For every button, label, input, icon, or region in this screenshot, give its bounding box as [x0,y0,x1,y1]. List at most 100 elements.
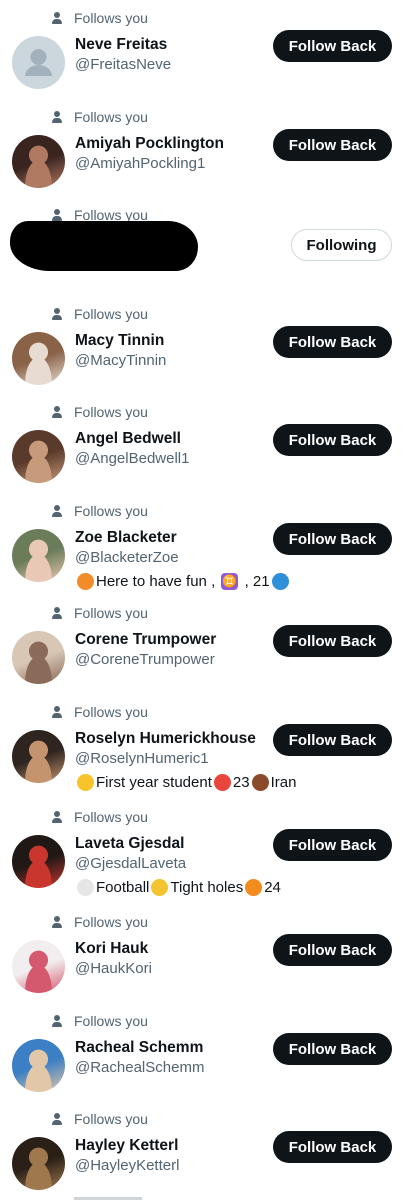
avatar[interactable] [12,730,65,783]
carrot-emoji [77,573,94,590]
user-handle: @HayleyKetterl [75,1157,180,1174]
follow-back-button[interactable]: Follow Back [273,625,392,657]
person-icon [52,12,62,24]
avatar[interactable] [12,135,65,188]
follow-back-button[interactable]: Follow Back [273,1033,392,1065]
follows-you-label: Follows you [74,109,148,125]
user-row[interactable]: Follows you Laveta Gjesdal @GjesdalLaveta F… [0,799,404,904]
user-row[interactable]: Follows you Roselyn Humerickhouse @Roselyn… [0,694,404,799]
user-handle: @CoreneTrumpower [75,651,215,668]
next-row-partial [52,1192,142,1200]
follow-back-button[interactable]: Follow Back [273,523,392,555]
tangerine-emoji [245,879,263,896]
user-name[interactable]: Zoe Blacketer [75,529,177,547]
avatar[interactable] [12,332,65,385]
white-heart-emoji [77,879,94,896]
user-name[interactable]: Hayley Ketterl [75,1137,178,1155]
follows-you-label: Follows you [74,1111,148,1127]
follows-you-indicator: Follows you [52,404,148,420]
gift-emoji [213,774,231,791]
person-icon [52,916,62,928]
user-row[interactable]: Follows you Amiyah Pocklington @AmiyahPock… [0,99,404,197]
follows-you-indicator: Follows you [52,914,148,930]
user-handle: @RoselynHumeric1 [75,750,209,767]
brown-heart-emoji [251,774,269,791]
user-name[interactable]: Macy Tinnin [75,332,164,350]
user-name[interactable]: Amiyah Pocklington [75,135,224,153]
follow-back-button[interactable]: Follow Back [273,30,392,62]
follows-you-label: Follows you [74,1013,148,1029]
user-row[interactable]: Follows you Hayley Ketterl @HayleyKetterl F… [0,1101,404,1200]
follows-you-indicator: Follows you [52,10,148,26]
avatar[interactable] [12,940,65,993]
user-name[interactable]: Kori Hauk [75,940,148,958]
user-row[interactable]: Follows you Macy Tinnin @MacyTinnin Follow … [0,296,404,394]
user-row[interactable]: Follows you Racheal Schemm @RachealSchemm F… [0,1003,404,1101]
user-name[interactable]: Racheal Schemm [75,1039,203,1057]
user-name[interactable]: Corene Trumpower [75,631,216,649]
avatar[interactable] [12,1137,65,1190]
user-row[interactable]: Follows you Corene Trumpower @CoreneTrumpo… [0,595,404,694]
globe-emoji [271,573,289,590]
person-icon [52,209,62,221]
person-icon [52,607,62,619]
pointing-down-emoji [151,879,169,896]
gemini-emoji: ♊ [221,573,239,590]
follow-back-button[interactable]: Follow Back [273,129,392,161]
user-row[interactable]: Follows you Angel Bedwell @AngelBedwell1 Fo… [0,394,404,493]
follows-you-label: Follows you [74,404,148,420]
avatar[interactable] [12,430,65,483]
user-row[interactable]: Follows you Neve Freitas @FreitasNeve Follo… [0,0,404,99]
avatar[interactable] [12,529,65,582]
follows-you-indicator: Follows you [52,704,148,720]
follow-back-button[interactable]: Follow Back [273,326,392,358]
follows-you-indicator: Follows you [52,605,148,621]
person-icon [52,308,62,320]
person-icon [52,505,62,517]
follow-back-button[interactable]: Follow Back [273,724,392,756]
follows-you-label: Follows you [74,809,148,825]
follows-you-indicator: Follows you [52,1013,148,1029]
user-name[interactable]: Laveta Gjesdal [75,835,184,853]
follows-you-label: Follows you [74,914,148,930]
avatar[interactable] [12,835,65,888]
follows-you-label: Follows you [74,503,148,519]
user-handle: @AmiyahPockling1 [75,155,206,172]
follows-you-label: Follows you [74,704,148,720]
follows-you-indicator: Follows you [52,503,148,519]
followers-list: Follows you Neve Freitas @FreitasNeve Follo… [0,0,404,1200]
user-name[interactable]: Angel Bedwell [75,430,181,448]
user-bio: First year student 23 Iran [75,774,296,791]
person-icon [52,1113,62,1125]
user-handle: @MacyTinnin [75,352,167,369]
user-name[interactable]: Roselyn Humerickhouse [75,730,256,748]
following-button[interactable]: Following [291,229,392,261]
follows-you-label: Follows you [74,605,148,621]
chick-emoji [77,774,94,791]
bio-text: Iran [270,774,297,791]
user-handle: @HaukKori [75,960,152,977]
avatar[interactable] [12,36,65,89]
person-icon [52,406,62,418]
user-row[interactable]: Follows you Zoe Blacketer @BlacketerZoe Her… [0,493,404,595]
follows-you-indicator: Follows you [52,109,148,125]
user-row[interactable]: Follows you Following [0,197,404,296]
bio-text: 23 [232,774,250,791]
user-row[interactable]: Follows you Kori Hauk @HaukKori Follow Back [0,904,404,1003]
follows-you-indicator: Follows you [52,306,148,322]
user-handle: @AngelBedwell1 [75,450,190,467]
user-handle: @FreitasNeve [75,56,172,73]
bio-text: First year student [96,774,212,791]
person-icon [52,811,62,823]
redacted-area [10,221,198,271]
follow-back-button[interactable]: Follow Back [273,934,392,966]
avatar[interactable] [12,1039,65,1092]
user-name[interactable]: Neve Freitas [75,36,167,54]
avatar[interactable] [12,631,65,684]
user-handle: @RachealSchemm [75,1059,205,1076]
follow-back-button[interactable]: Follow Back [273,1131,392,1163]
follow-back-button[interactable]: Follow Back [273,424,392,456]
follows-you-label: Follows you [74,306,148,322]
follow-back-button[interactable]: Follow Back [273,829,392,861]
user-bio: Here to have fun , ♊ , 21 [75,573,291,590]
